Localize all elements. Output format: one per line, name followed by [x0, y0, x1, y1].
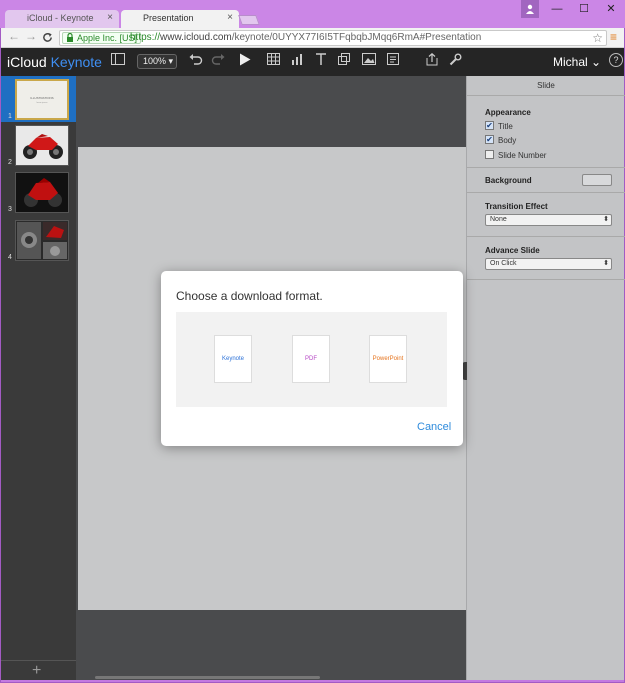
download-format-dialog: Choose a download format. Keynote PDF Po… [161, 271, 463, 446]
tab-close-icon[interactable]: × [227, 12, 233, 23]
close-window-button[interactable]: ✕ [599, 0, 623, 18]
transition-effect-label: Transition Effect [485, 202, 548, 211]
divider [467, 236, 625, 237]
background-color-well[interactable] [582, 174, 612, 186]
forward-icon[interactable]: → [25, 29, 37, 43]
body-checkbox-label: Body [498, 136, 517, 145]
slide-inspector: Slide Appearance ✔ Title ✔ Body Slide Nu… [466, 76, 625, 680]
comment-icon[interactable] [387, 53, 399, 68]
app-title: iCloud Keynote [7, 54, 102, 70]
powerpoint-format-button[interactable]: PowerPoint [369, 335, 407, 383]
zoom-select[interactable]: 100% ▾ [137, 54, 177, 69]
url-input[interactable]: Apple Inc. [US] https://www.icloud.com/k… [59, 30, 607, 46]
slide-thumbnail-2[interactable] [15, 125, 69, 166]
minimize-button[interactable]: — [545, 0, 569, 18]
thumbnail-subtitle: lorem ipsum [36, 102, 48, 104]
add-slide-button[interactable]: + [32, 662, 41, 680]
slide-navigator-icon[interactable] [111, 53, 125, 68]
slide-number: 4 [8, 254, 12, 261]
dialog-title: Choose a download format. [176, 289, 323, 303]
reload-icon[interactable] [42, 29, 53, 46]
redo-icon[interactable] [211, 53, 225, 68]
share-icon[interactable] [426, 52, 438, 69]
chart-icon[interactable] [291, 53, 304, 68]
pdf-format-button[interactable]: PDF [292, 335, 330, 383]
lock-icon [66, 32, 74, 45]
tab-presentation[interactable]: Presentation × [121, 10, 239, 28]
appearance-label: Appearance [485, 108, 531, 117]
slide-number-checkbox[interactable] [485, 150, 494, 159]
horizontal-scrollbar[interactable] [95, 676, 320, 679]
back-icon[interactable]: ← [8, 29, 20, 43]
profile-icon[interactable] [521, 0, 539, 18]
address-bar: ← → Apple Inc. [US] https://www.icloud.c… [1, 28, 624, 48]
slide-thumbnail-3[interactable] [15, 172, 69, 213]
divider [467, 167, 625, 168]
help-icon[interactable]: ? [609, 53, 623, 67]
motorcycle-image [23, 134, 63, 159]
format-options-panel: Keynote PDF PowerPoint [176, 312, 447, 407]
divider [467, 192, 625, 193]
shape-icon[interactable] [338, 53, 350, 68]
table-icon[interactable] [267, 53, 280, 68]
title-checkbox[interactable]: ✔ [485, 121, 494, 130]
divider [467, 279, 625, 280]
body-checkbox[interactable]: ✔ [485, 135, 494, 144]
tab-strip: iCloud - Keynote × Presentation × — ☐ ✕ [0, 0, 625, 28]
tab-title: Presentation [143, 13, 194, 23]
user-menu[interactable]: Michal ⌄ [553, 55, 601, 69]
bookmark-star-icon[interactable]: ☆ [592, 31, 603, 45]
ev-label: Apple Inc. [US] [77, 33, 138, 43]
slide-number: 3 [8, 206, 12, 213]
transition-effect-select[interactable]: None ⬍ [485, 214, 612, 226]
advance-slide-label: Advance Slide [485, 246, 540, 255]
browser-menu-icon[interactable]: ≡ [610, 30, 617, 44]
new-tab-button[interactable] [238, 15, 260, 25]
slide-thumbnail-4[interactable] [15, 220, 69, 261]
navigator-divider [1, 660, 76, 661]
inspector-tab-slide[interactable]: Slide [467, 76, 625, 96]
tools-wrench-icon[interactable] [449, 53, 462, 69]
undo-icon[interactable] [189, 53, 203, 68]
url-text: https://www.icloud.com/keynote/0UYYX77I6… [130, 32, 482, 43]
image-icon[interactable] [362, 53, 376, 68]
play-icon[interactable] [239, 53, 251, 69]
tab-title: iCloud - Keynote [27, 13, 94, 23]
slide-thumbnail-1[interactable]: ILLUSTRATIONS lorem ipsum [15, 79, 69, 120]
engine-collage-image [17, 222, 67, 259]
advance-slide-select[interactable]: On Click ⬍ [485, 258, 612, 270]
motorcycle-dark-image [24, 178, 62, 207]
tab-close-icon[interactable]: × [107, 12, 113, 23]
slide-number-checkbox-label: Slide Number [498, 151, 547, 160]
app-toolbar: iCloud Keynote 100% ▾ Michal ⌄ ? [1, 48, 624, 76]
cancel-button[interactable]: Cancel [417, 421, 451, 433]
tab-icloud-keynote[interactable]: iCloud - Keynote × [5, 10, 119, 28]
thumbnail-title: ILLUSTRATIONS [30, 96, 54, 100]
slide-number: 2 [8, 159, 12, 166]
title-checkbox-label: Title [498, 122, 513, 131]
background-label: Background [485, 176, 532, 185]
slide-number: 1 [8, 113, 12, 120]
maximize-button[interactable]: ☐ [572, 0, 596, 18]
text-icon[interactable] [315, 53, 327, 68]
keynote-format-button[interactable]: Keynote [214, 335, 252, 383]
